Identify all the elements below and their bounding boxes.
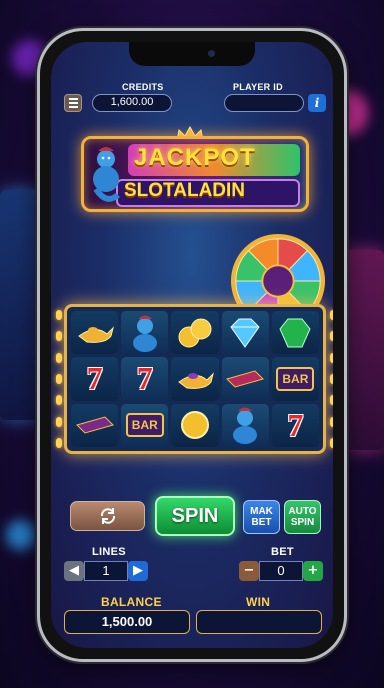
auto-spin-label-line1: AUTO (288, 506, 317, 517)
camera-icon (208, 50, 215, 57)
slot-reels: 7 7 BAR BAR 7 (64, 304, 326, 454)
phone-notch (129, 42, 255, 66)
reel-cell (71, 403, 119, 447)
lines-value: 1 (84, 561, 128, 581)
background-slot-machine-left (0, 190, 40, 420)
player-id-label: PLAYER ID (233, 82, 283, 92)
bet-increase-button[interactable]: + (303, 561, 323, 581)
bar-symbol: BAR (125, 413, 164, 438)
reel-cell (221, 403, 269, 447)
win-label: WIN (246, 595, 271, 609)
balance-label: BALANCE (101, 595, 162, 609)
credits-label: CREDITS (122, 82, 164, 92)
credits-value: 1,600.00 (92, 94, 172, 112)
refresh-icon (100, 508, 115, 524)
reel-cell: 7 (71, 357, 119, 401)
emerald-icon (279, 318, 311, 348)
max-bet-label-line2: BET (251, 517, 272, 528)
game-screen: CREDITS PLAYER ID 1,600.00 i JACKPOT SLO… (51, 42, 333, 648)
bet-value: 0 (259, 561, 303, 581)
diamond-icon (230, 318, 260, 348)
bet-decrease-button[interactable]: − (239, 561, 259, 581)
top-bar: CREDITS PLAYER ID 1,600.00 i (51, 82, 333, 122)
reel-cell (71, 311, 119, 355)
lines-label: LINES (92, 546, 126, 558)
game-title: SLOTALADIN (124, 180, 246, 201)
lines-decrease-button[interactable]: ◀ (64, 561, 84, 581)
reel-cell (221, 357, 269, 401)
magic-lamp-icon (77, 326, 114, 343)
reel-grid: 7 7 BAR BAR 7 (71, 311, 319, 447)
genie-icon (93, 147, 120, 202)
balance-value: 1,500.00 (64, 610, 190, 634)
magic-lamp-icon (178, 372, 214, 389)
reel-cell (171, 357, 219, 401)
reel-cell (171, 403, 219, 447)
auto-spin-label-line2: SPIN (290, 517, 315, 528)
reel-cell: BAR (271, 357, 319, 401)
hamburger-menu-icon[interactable] (64, 94, 82, 112)
genie-icon (132, 315, 157, 352)
win-value (196, 610, 322, 634)
max-bet-label-line1: MAK (250, 506, 273, 517)
reel-cell (271, 311, 319, 355)
phone-frame: CREDITS PLAYER ID 1,600.00 i JACKPOT SLO… (37, 28, 347, 662)
jackpot-banner: JACKPOT SLOTALADIN (81, 136, 309, 212)
seven-symbol: 7 (136, 360, 153, 397)
reel-side-lights-right (329, 304, 333, 454)
flying-carpet-icon (75, 416, 114, 434)
bar-symbol: BAR (276, 366, 315, 391)
genie-icon (233, 407, 258, 445)
lines-increase-button[interactable]: ▶ (128, 561, 148, 581)
seven-symbol: 7 (287, 406, 304, 443)
reel-side-lights-left (55, 304, 63, 454)
seven-symbol: 7 (86, 360, 103, 397)
gold-coin-icon (180, 411, 209, 440)
max-bet-button[interactable]: MAK BET (243, 500, 280, 534)
bet-label: BET (271, 546, 294, 558)
player-id-value (224, 94, 304, 112)
auto-spin-button[interactable]: AUTO SPIN (284, 500, 321, 534)
background-light (6, 520, 36, 550)
spin-button[interactable]: SPIN (155, 496, 235, 536)
reel-cell: BAR (121, 403, 169, 447)
refresh-button[interactable] (70, 501, 145, 531)
bet-stepper: − 0 + (239, 561, 323, 581)
reel-cell: 7 (271, 403, 319, 447)
background-slot-machine-right (344, 250, 384, 450)
reel-cell: 7 (121, 357, 169, 401)
lines-stepper: ◀ 1 ▶ (64, 561, 148, 581)
info-icon[interactable]: i (308, 94, 326, 112)
flying-carpet-icon (226, 370, 265, 388)
reel-cell (121, 311, 169, 355)
gold-coins-icon (178, 318, 212, 348)
reel-cell (171, 311, 219, 355)
jackpot-title: JACKPOT (134, 144, 256, 171)
reel-cell (221, 311, 269, 355)
